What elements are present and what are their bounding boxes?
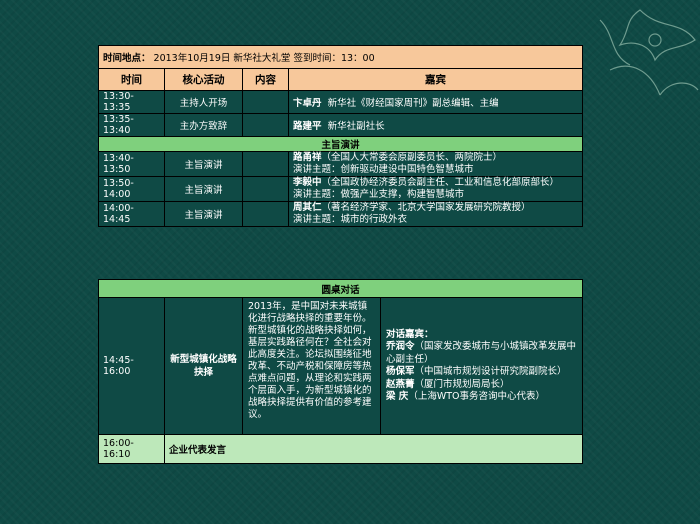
- section-keynote: 主旨演讲: [98, 136, 583, 152]
- row-guest: 李毅中（全国政协经济委员会副主任、工业和信息化部原部长） 演讲主题：做强产业支撑，…: [288, 176, 583, 202]
- row-guest: 路建平 新华社副社长: [288, 113, 583, 137]
- table-row: 13:40-13:50 主旨演讲 路甬祥（全国人大常委会原副委员长、两院院士）演…: [98, 151, 583, 177]
- table-row: 13:30-13:35 主持人开场 卞卓丹 新华社《财经国家周刊》副总编辑、主编: [98, 90, 583, 114]
- row-guest: 卞卓丹 新华社《财经国家周刊》副总编辑、主编: [288, 90, 583, 114]
- row-time: 13:30-13:35: [98, 90, 165, 114]
- header-label: 时间地点：: [103, 53, 151, 64]
- row-guest: 路甬祥（全国人大常委会原副委员长、两院院士） 演讲主题：创新驱动建设中国特色智慧城…: [288, 151, 583, 177]
- row-activity: 主持人开场: [164, 90, 243, 114]
- row-activity: 主旨演讲: [164, 151, 243, 177]
- row-activity: 新型城镇化战略抉择: [164, 297, 243, 435]
- row-time: 13:40-13:50: [98, 151, 165, 177]
- row-guests: 对话嘉宾： 乔润令（国家发改委城市与小城镇改革发展中心副主任） 杨保军（中国城市…: [380, 297, 583, 435]
- row-content: [242, 176, 289, 202]
- header-cell: 时间地点： 2013年10月19日 新华社大礼堂 签到时间：13：00: [98, 45, 583, 69]
- row-time: 13:35-13:40: [98, 113, 165, 137]
- table-row: 16:00-16:10 企业代表发言: [98, 434, 583, 464]
- guest-title: （中国城市规划设计研究院副院长）: [414, 366, 567, 377]
- section-roundtable: 圆桌对话: [98, 279, 583, 298]
- guest-name: 赵燕菁: [386, 378, 415, 390]
- col-activity: 核心活动: [164, 68, 243, 91]
- row-content: [242, 90, 289, 114]
- guest-title: （全国人大常委会原副委员长、两院院士）: [321, 152, 503, 163]
- guest-title: （著名经济学家、北京大学国家发展研究院教授）: [321, 202, 531, 213]
- row-activity: 企业代表发言: [164, 434, 583, 464]
- guest-topic: 演讲主题：城市的行政外衣: [293, 214, 408, 225]
- roundtable-table: 圆桌对话 14:45-16:00 新型城镇化战略抉择 2013年，是中国对未来城…: [98, 279, 583, 464]
- row-activity: 主办方致辞: [164, 113, 243, 137]
- guest-name: 梁 庆: [386, 391, 409, 402]
- row-content: [242, 201, 289, 227]
- column-header-row: 时间 核心活动 内容 嘉宾: [98, 68, 583, 91]
- table-row: 14:00-14:45 主旨演讲 周其仁（著名经济学家、北京大学国家发展研究院教…: [98, 201, 583, 227]
- guest-name: 杨保军: [386, 366, 415, 377]
- guest-title: （厦门市规划局局长）: [414, 378, 510, 390]
- header-row: 时间地点： 2013年10月19日 新华社大礼堂 签到时间：13：00: [98, 45, 583, 69]
- row-content: [242, 113, 289, 137]
- row-time: 14:00-14:45: [98, 201, 165, 227]
- row-time: 14:45-16:00: [98, 297, 165, 435]
- guest-title: （全国政协经济委员会副主任、工业和信息化部原部长）: [321, 177, 560, 188]
- col-content: 内容: [242, 68, 289, 91]
- section-row: 圆桌对话: [98, 279, 583, 298]
- row-activity: 主旨演讲: [164, 176, 243, 202]
- guest-name: 李毅中: [293, 177, 322, 188]
- row-guest: 周其仁（著名经济学家、北京大学国家发展研究院教授） 演讲主题：城市的行政外衣: [288, 201, 583, 227]
- guest-title: （国家发改委城市与小城镇改革发展中心副主任）: [386, 341, 577, 365]
- guest-name: 路甬祥: [293, 152, 322, 163]
- guest-title: 新华社副社长: [327, 121, 385, 132]
- row-time: 16:00-16:10: [98, 434, 165, 464]
- guest-name: 卞卓丹: [293, 98, 322, 109]
- row-time: 13:50-14:00: [98, 176, 165, 202]
- agenda-table: 时间地点： 2013年10月19日 新华社大礼堂 签到时间：13：00 时间 核…: [98, 45, 583, 227]
- col-guest: 嘉宾: [288, 68, 583, 91]
- table-row: 13:50-14:00 主旨演讲 李毅中（全国政协经济委员会副主任、工业和信息化…: [98, 176, 583, 202]
- table-row: 13:35-13:40 主办方致辞 路建平 新华社副社长: [98, 113, 583, 137]
- row-activity: 主旨演讲: [164, 201, 243, 227]
- guests-label: 对话嘉宾：: [386, 328, 434, 340]
- header-info: 2013年10月19日 新华社大礼堂 签到时间：13：00: [153, 53, 375, 64]
- guest-title: 新华社《财经国家周刊》副总编辑、主编: [327, 98, 499, 109]
- guest-name: 周其仁: [293, 202, 322, 213]
- guest-topic: 演讲主题：创新驱动建设中国特色智慧城市: [293, 164, 474, 175]
- table-row: 14:45-16:00 新型城镇化战略抉择 2013年，是中国对未来城镇化进行战…: [98, 297, 583, 435]
- row-description: 2013年，是中国对未来城镇化进行战略抉择的重要年份。新型城镇化的战略抉择如何，…: [242, 297, 381, 435]
- guest-title: （上海WTO事务咨询中心代表）: [408, 391, 545, 402]
- guest-topic: 演讲主题：做强产业支撑，构建智慧城市: [293, 189, 465, 200]
- guest-name: 路建平: [293, 121, 322, 132]
- guest-name: 乔润令: [386, 341, 415, 352]
- col-time: 时间: [98, 68, 165, 91]
- row-content: [242, 151, 289, 177]
- floral-ornament-icon: [599, 9, 699, 96]
- section-row: 主旨演讲: [98, 136, 583, 152]
